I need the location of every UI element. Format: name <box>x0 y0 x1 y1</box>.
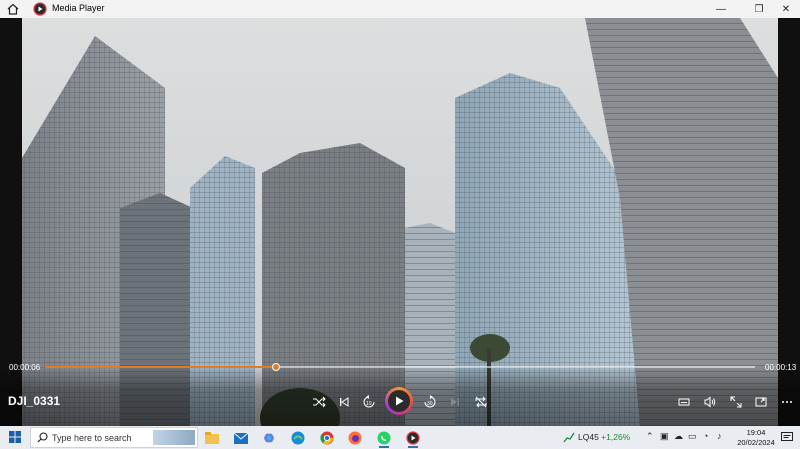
stock-widget[interactable]: LQ45 +1,26% <box>578 432 630 442</box>
taskbar-mail[interactable] <box>231 428 251 448</box>
show-hidden-icons-chevron-up-icon[interactable]: ⌃ <box>646 431 654 442</box>
search-placeholder: Type here to search <box>52 433 132 443</box>
total-time: 00:00:13 <box>765 363 797 372</box>
forward-30-icon: 30 <box>424 395 436 408</box>
home-icon[interactable] <box>6 2 20 16</box>
taskbar-firefox[interactable] <box>345 428 365 448</box>
search-icon <box>37 432 48 443</box>
firefox-icon <box>348 431 362 445</box>
volume-icon <box>704 396 716 408</box>
taskbar-clock[interactable]: 19:04 20/02/2024 <box>732 428 780 448</box>
cast-button[interactable] <box>752 393 770 411</box>
more-icon <box>782 401 792 403</box>
maximize-icon: ❐ <box>754 3 764 15</box>
edge-icon <box>291 431 305 445</box>
file-explorer-icon <box>205 432 219 444</box>
play-button-face <box>388 390 410 412</box>
taskbar-edge[interactable] <box>288 428 308 448</box>
next-button[interactable] <box>446 393 464 411</box>
miniplayer-icon <box>678 398 690 406</box>
taskbar-copilot[interactable] <box>259 428 279 448</box>
play-icon <box>396 396 404 406</box>
forward-30-label: 30 <box>427 401 433 407</box>
minimize-button[interactable]: — <box>704 0 738 18</box>
play-button[interactable] <box>385 387 413 415</box>
copilot-icon <box>264 433 274 443</box>
seek-bar[interactable] <box>45 363 755 371</box>
previous-button[interactable] <box>335 393 353 411</box>
taskbar-media-player[interactable] <box>403 428 423 448</box>
windows-start-icon[interactable] <box>9 431 21 443</box>
chrome-icon <box>320 431 334 445</box>
media-player-icon <box>406 431 420 445</box>
taskbar: Type here to search LQ45 +1,26% ⌃ ▣ ☁ ▭ … <box>0 426 800 449</box>
previous-icon <box>340 397 349 407</box>
cast-icon <box>755 397 767 407</box>
repeat-off-icon <box>475 396 487 408</box>
meet-now-icon[interactable]: ▣ <box>660 431 669 442</box>
seek-bar-thumb[interactable] <box>271 363 280 371</box>
media-player-app-icon <box>33 2 47 16</box>
shuffle-icon <box>313 396 326 408</box>
fullscreen-button[interactable] <box>727 393 745 411</box>
rewind-10-label: 10 <box>366 401 372 407</box>
forward-30-button[interactable]: 30 <box>421 393 439 411</box>
close-icon: ✕ <box>781 3 791 15</box>
stock-change: +1,26% <box>601 432 631 442</box>
video-frame-skyscrapers <box>0 18 800 426</box>
clock-time: 19:04 <box>746 428 766 437</box>
rewind-10-button[interactable]: 10 <box>360 393 378 411</box>
speaker-icon[interactable]: ♪ <box>717 431 722 441</box>
window-title: Media Player <box>52 3 105 13</box>
fullscreen-icon <box>730 396 742 408</box>
notifications-icon[interactable] <box>781 432 793 443</box>
clock-date: 20/02/2024 <box>737 438 775 447</box>
stock-chart-icon <box>563 432 575 443</box>
taskbar-search-box[interactable]: Type here to search <box>30 427 198 448</box>
video-surface[interactable] <box>0 18 800 426</box>
taskbar-chrome[interactable] <box>317 428 337 448</box>
seek-bar-progress <box>45 366 276 368</box>
stock-symbol: LQ45 <box>578 432 599 442</box>
mail-icon <box>234 432 248 444</box>
wifi-icon[interactable]: ◔ <box>703 431 708 441</box>
repeat-button[interactable] <box>472 393 490 411</box>
media-title: DJI_0331 <box>8 394 61 408</box>
rewind-10-icon: 10 <box>363 395 375 408</box>
close-button[interactable]: ✕ <box>769 0 800 18</box>
search-highlight-image <box>153 430 195 445</box>
elapsed-time: 00:00:06 <box>9 363 41 372</box>
next-icon <box>451 398 459 406</box>
onedrive-icon[interactable]: ☁ <box>674 431 683 442</box>
more-button[interactable] <box>778 393 796 411</box>
taskbar-whatsapp[interactable] <box>374 428 394 448</box>
miniplayer-button[interactable] <box>675 393 693 411</box>
whatsapp-icon <box>377 431 391 445</box>
volume-button[interactable] <box>701 393 719 411</box>
title-bar: Media Player — ❐ ✕ <box>0 0 800 18</box>
shuffle-button[interactable] <box>310 393 328 411</box>
taskbar-file-explorer[interactable] <box>202 428 222 448</box>
battery-icon[interactable]: ▭ <box>688 431 697 442</box>
minimize-icon: — <box>716 3 726 15</box>
